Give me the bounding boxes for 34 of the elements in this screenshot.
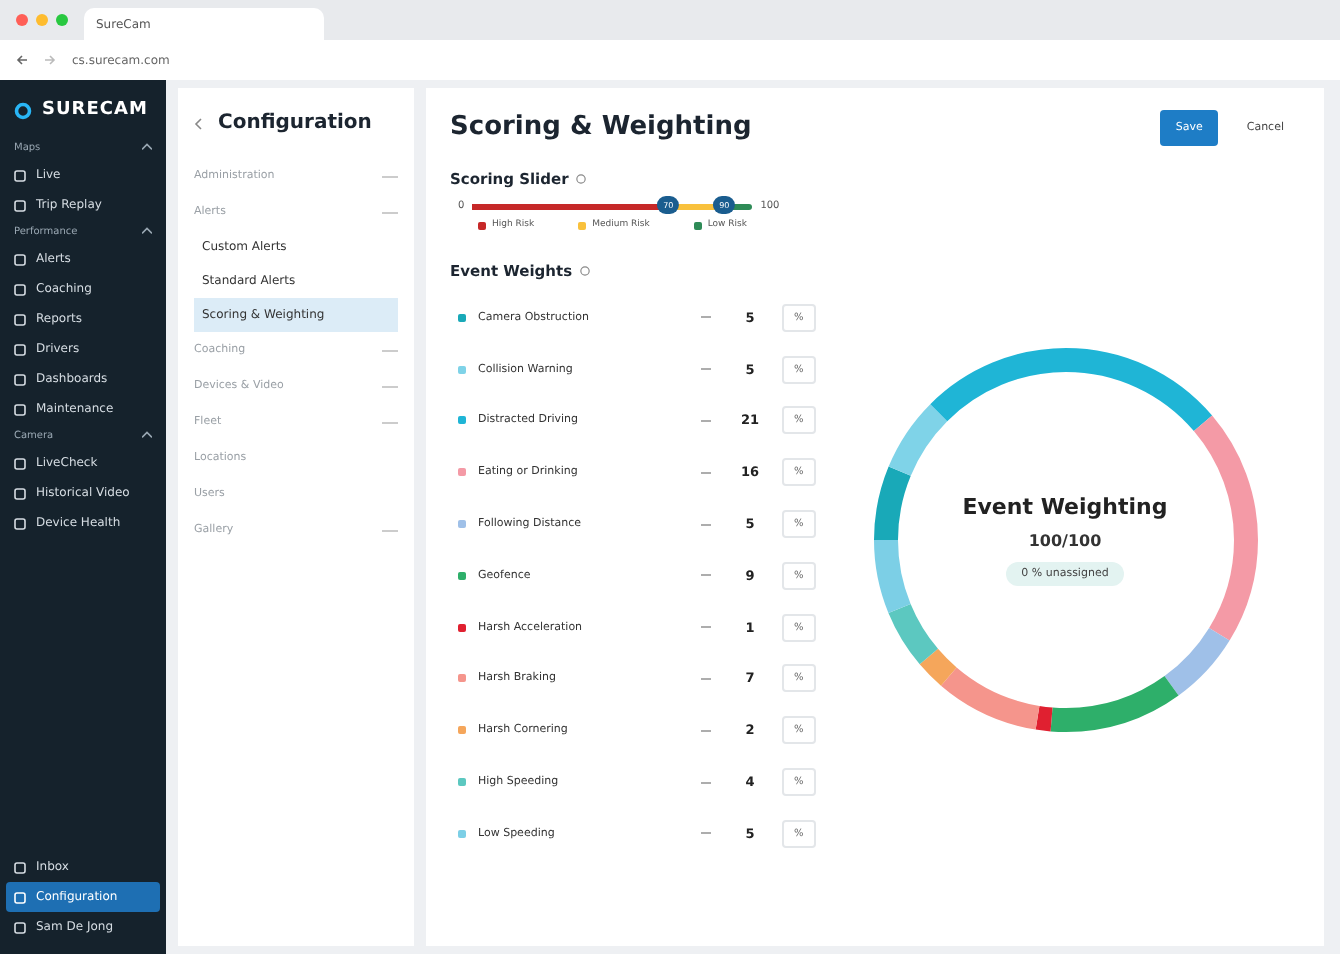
menu-item-icon: [14, 403, 26, 415]
menu-item-icon: [14, 343, 26, 355]
expand-icon: [382, 527, 398, 533]
total-text: 100/100: [1028, 532, 1102, 550]
menu-item-icon: [14, 457, 26, 469]
info-icon[interactable]: [576, 174, 587, 184]
page-title: Scoring & Weighting: [450, 112, 752, 142]
forward-arrow-icon[interactable]: [44, 54, 56, 66]
expand-icon: [382, 347, 398, 353]
menu-item-icon: [14, 373, 26, 385]
logo-text: SURECAM: [42, 100, 148, 120]
menu-item-icon: [14, 921, 26, 933]
chevron-up-icon: [142, 142, 152, 150]
panel-title: Configuration: [218, 112, 372, 134]
info-icon[interactable]: [580, 266, 591, 276]
menu-item-icon: [14, 891, 26, 903]
logo-icon: [14, 101, 32, 119]
collapse-icon: [382, 209, 398, 215]
menu-item-icon: [14, 199, 26, 211]
menu-item-icon: [14, 313, 26, 325]
back-icon[interactable]: [194, 117, 202, 129]
menu-item-icon: [14, 487, 26, 499]
menu-item-icon: [14, 283, 26, 295]
menu-item-icon: [14, 517, 26, 529]
chevron-up-icon: [142, 430, 152, 438]
expand-icon: [382, 173, 398, 179]
expand-icon: [382, 383, 398, 389]
expand-icon: [382, 419, 398, 425]
menu-item-icon: [14, 253, 26, 265]
menu-item-icon: [14, 169, 26, 181]
chart-title: Event Weighting: [962, 494, 1168, 520]
chevron-up-icon: [142, 226, 152, 234]
back-arrow-icon[interactable]: [16, 54, 28, 66]
menu-item-icon: [14, 861, 26, 873]
